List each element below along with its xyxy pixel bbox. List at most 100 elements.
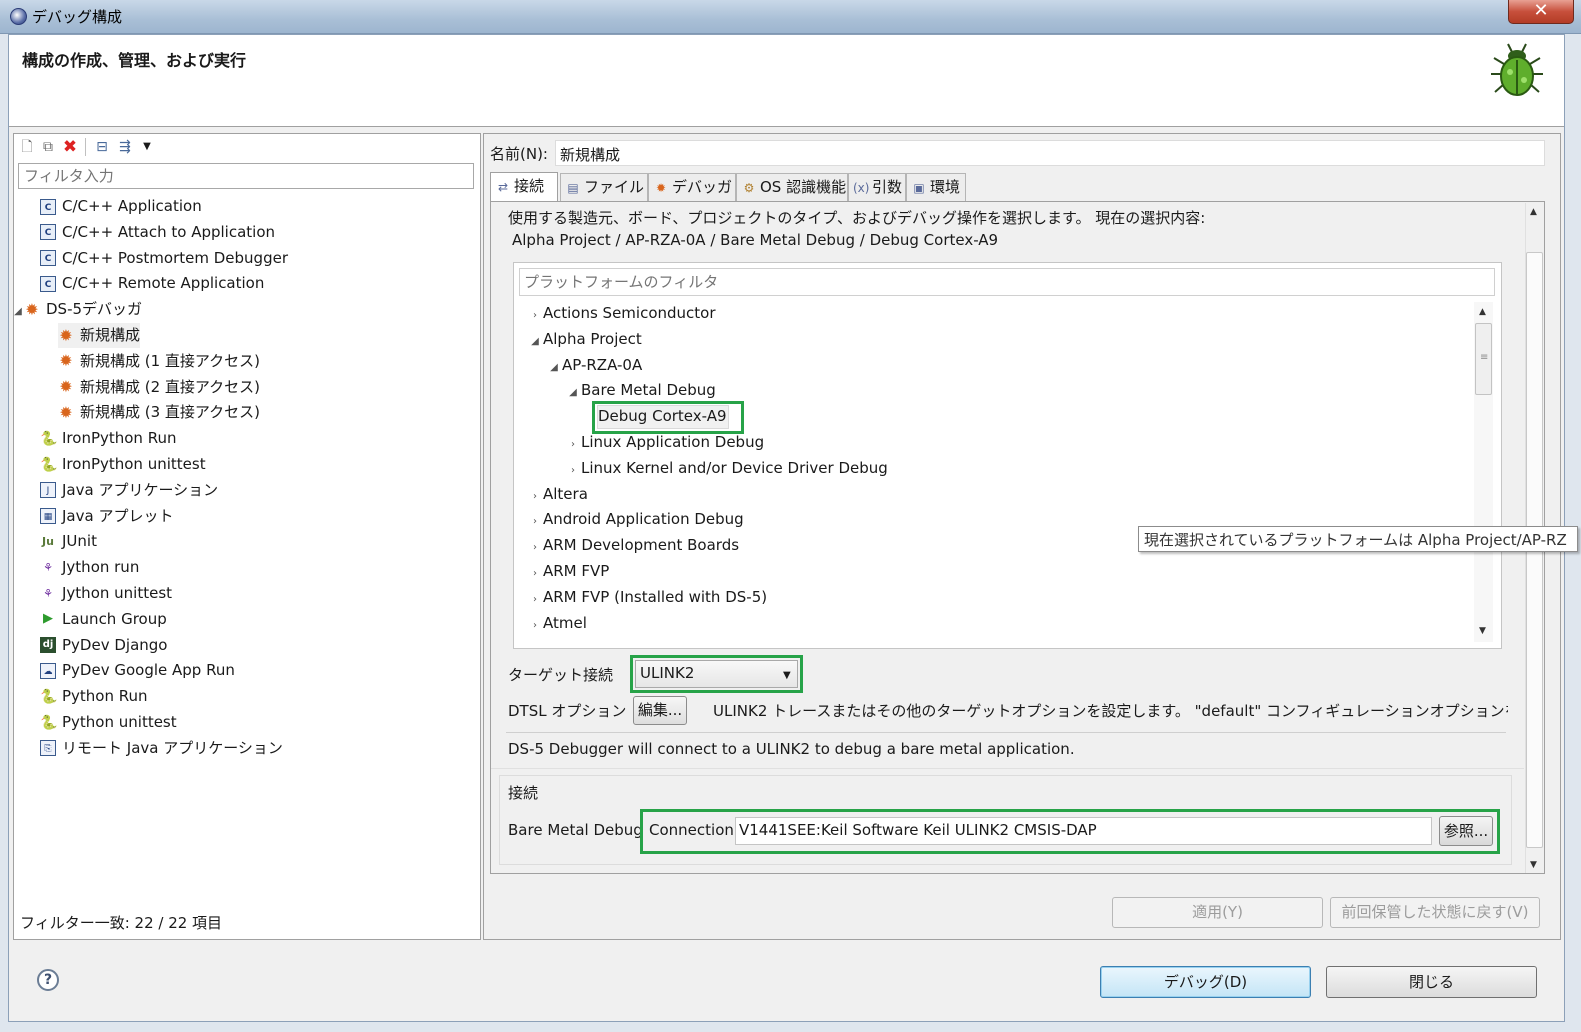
chevron-right-icon[interactable]: › bbox=[527, 484, 543, 509]
scroll-down-icon[interactable]: ▼ bbox=[1479, 626, 1486, 636]
junit-icon: Ju bbox=[42, 534, 54, 548]
tree-item-label: IronPython Run bbox=[62, 429, 177, 448]
tree-item[interactable]: ✹ 新規構成 bbox=[58, 323, 141, 348]
grip-icon: ≡ bbox=[1480, 352, 1489, 363]
chevron-right-icon[interactable]: › bbox=[527, 535, 543, 560]
tab-environment[interactable]: ▣ 環境 bbox=[906, 173, 966, 201]
annotation-highlight bbox=[592, 401, 744, 434]
help-icon[interactable]: ? bbox=[37, 969, 59, 991]
chevron-right-icon[interactable]: › bbox=[527, 509, 543, 534]
collapse-all-icon[interactable]: ⊟ bbox=[94, 139, 110, 155]
close-button[interactable]: 閉じる bbox=[1326, 966, 1537, 998]
tree-item[interactable]: 🐍 Python Run bbox=[40, 684, 148, 709]
tree-item[interactable]: C C/C++ Remote Application bbox=[40, 271, 264, 296]
scroll-up-icon[interactable]: ▲ bbox=[1479, 307, 1486, 317]
tree-item-label: PyDev Django bbox=[62, 635, 168, 654]
filter-status: フィルター一致: 22 / 22 項目 bbox=[20, 914, 223, 932]
current-selection-path: Alpha Project / AP-RZA-0A / Bare Metal D… bbox=[512, 231, 999, 249]
tree-item-label: リモート Java アプリケーション bbox=[62, 738, 283, 757]
tree-item[interactable]: ⎘ リモート Java アプリケーション bbox=[40, 736, 283, 761]
tab-arguments[interactable]: (x) 引数 bbox=[848, 173, 906, 201]
tree-item[interactable]: 🐍 IronPython Run bbox=[40, 426, 176, 451]
tab-label: OS 認識機能 bbox=[760, 178, 847, 196]
duplicate-config-icon[interactable]: ⧉ bbox=[40, 139, 56, 155]
tab-files[interactable]: ▤ ファイル bbox=[560, 173, 648, 201]
tree-item[interactable]: ☁ PyDev Google App Run bbox=[40, 658, 235, 683]
tab-os-awareness[interactable]: ⚙ OS 認識機能 bbox=[736, 173, 848, 201]
tree-item[interactable]: C C/C++ Application bbox=[40, 194, 202, 219]
tree-item[interactable]: ◢ ✹ DS-5デバッガ bbox=[12, 297, 142, 322]
tab-connection[interactable]: ⇄ 接続 bbox=[490, 172, 558, 202]
tree-item[interactable]: C C/C++ Attach to Application bbox=[40, 220, 275, 245]
file-icon: ▤ bbox=[567, 181, 579, 195]
platform-item[interactable]: › Actions Semiconductor bbox=[527, 301, 716, 326]
window-close-button[interactable]: ✕ bbox=[1508, 0, 1574, 24]
tree-item[interactable]: 🐍 Python unittest bbox=[40, 710, 177, 735]
python-icon: 🐍 bbox=[40, 456, 58, 473]
python-icon: 🐍 bbox=[40, 714, 58, 731]
expand-triangle-icon[interactable]: ◢ bbox=[12, 299, 24, 324]
platform-item[interactable]: ◢ Bare Metal Debug bbox=[565, 378, 716, 403]
chevron-right-icon[interactable]: › bbox=[527, 561, 543, 586]
platform-item[interactable]: ◢ Alpha Project bbox=[527, 327, 642, 352]
tree-item[interactable]: J Java アプリケーション bbox=[40, 478, 218, 503]
chevron-right-icon[interactable]: › bbox=[527, 613, 543, 638]
tree-item-label: 新規構成 (3 直接アクセス) bbox=[80, 403, 261, 422]
expand-triangle-icon[interactable]: ◢ bbox=[565, 380, 581, 405]
view-menu-icon[interactable]: ▼ bbox=[139, 139, 155, 155]
tree-item-label: Python unittest bbox=[62, 713, 177, 731]
connection-icon: ⇄ bbox=[497, 180, 509, 194]
tree-item[interactable]: ✹ 新規構成 (1 直接アクセス) bbox=[58, 349, 260, 374]
revert-button[interactable]: 前回保管した状態に戻す(V) bbox=[1330, 897, 1540, 928]
filter-config-icon[interactable]: ⇶ bbox=[117, 139, 133, 155]
name-field[interactable]: 新規構成 bbox=[555, 140, 1545, 166]
expand-triangle-icon[interactable]: ◢ bbox=[546, 355, 562, 380]
new-config-icon[interactable]: 🗋 bbox=[19, 139, 35, 155]
delete-config-icon[interactable]: ✖ bbox=[62, 139, 78, 156]
expand-triangle-icon[interactable]: ◢ bbox=[527, 329, 543, 354]
chevron-right-icon[interactable]: › bbox=[527, 303, 543, 328]
c-icon: C bbox=[40, 275, 56, 292]
platform-item[interactable]: › ARM FVP (Installed with DS-5) bbox=[527, 585, 767, 610]
platform-item[interactable]: › Altera bbox=[527, 482, 588, 507]
platform-item[interactable]: ◢ AP-RZA-0A bbox=[546, 353, 642, 378]
toolbar-separator bbox=[85, 138, 86, 156]
tree-item[interactable]: dj PyDev Django bbox=[40, 633, 167, 658]
chevron-right-icon[interactable]: › bbox=[565, 432, 581, 457]
chevron-down-icon[interactable]: ▼ bbox=[783, 670, 791, 681]
tree-item[interactable]: ▦ Java アプレット bbox=[40, 504, 173, 529]
tree-item[interactable]: ✹ 新規構成 (2 直接アクセス) bbox=[58, 375, 260, 400]
platform-item[interactable]: › Android Application Debug bbox=[527, 507, 744, 532]
java-icon: J bbox=[40, 482, 56, 499]
debugger-description: DS-5 Debugger will connect to a ULINK2 t… bbox=[508, 740, 1075, 758]
dtsl-edit-button[interactable]: 編集... bbox=[633, 696, 687, 725]
scroll-up-icon[interactable]: ▲ bbox=[1530, 207, 1537, 217]
tree-item[interactable]: ▶ Launch Group bbox=[40, 607, 167, 632]
scroll-down-icon[interactable]: ▼ bbox=[1530, 860, 1537, 870]
tree-item[interactable]: ✹ 新規構成 (3 直接アクセス) bbox=[58, 400, 260, 425]
platform-item[interactable]: › ARM FVP bbox=[527, 559, 609, 584]
tree-item[interactable]: C C/C++ Postmortem Debugger bbox=[40, 246, 288, 271]
tree-item[interactable]: Ju JUnit bbox=[40, 529, 97, 554]
apply-button[interactable]: 適用(Y) bbox=[1112, 897, 1323, 928]
filter-input[interactable] bbox=[18, 163, 474, 189]
target-connection-select[interactable]: ULINK2 bbox=[635, 660, 798, 688]
tree-item[interactable]: ⚘ Jython unittest bbox=[40, 581, 172, 606]
platform-item[interactable]: › ARM Development Boards bbox=[527, 533, 739, 558]
tree-item-label: IronPython unittest bbox=[62, 455, 206, 473]
tab-debugger[interactable]: ✹ デバッガ bbox=[648, 173, 736, 201]
tree-item[interactable]: ⚘ Jython run bbox=[40, 555, 139, 580]
platform-item[interactable]: › Linux Kernel and/or Device Driver Debug bbox=[565, 456, 888, 481]
chevron-right-icon[interactable]: › bbox=[527, 587, 543, 612]
platform-filter-input[interactable] bbox=[519, 268, 1495, 296]
connection-field[interactable]: V1441SEE:Keil Software Keil ULINK2 CMSIS… bbox=[735, 817, 1432, 845]
platform-item-label: Android Application Debug bbox=[543, 510, 744, 529]
tree-item-label: PyDev Google App Run bbox=[62, 661, 235, 680]
platform-item[interactable]: › Atmel bbox=[527, 611, 587, 636]
debug-button[interactable]: デバッグ(D) bbox=[1100, 966, 1311, 998]
tab-label: 環境 bbox=[930, 178, 961, 196]
chevron-right-icon[interactable]: › bbox=[565, 458, 581, 483]
tree-item[interactable]: 🐍 IronPython unittest bbox=[40, 452, 206, 477]
browse-button[interactable]: 参照... bbox=[1439, 816, 1493, 846]
tree-item-label: C/C++ Postmortem Debugger bbox=[62, 248, 288, 267]
